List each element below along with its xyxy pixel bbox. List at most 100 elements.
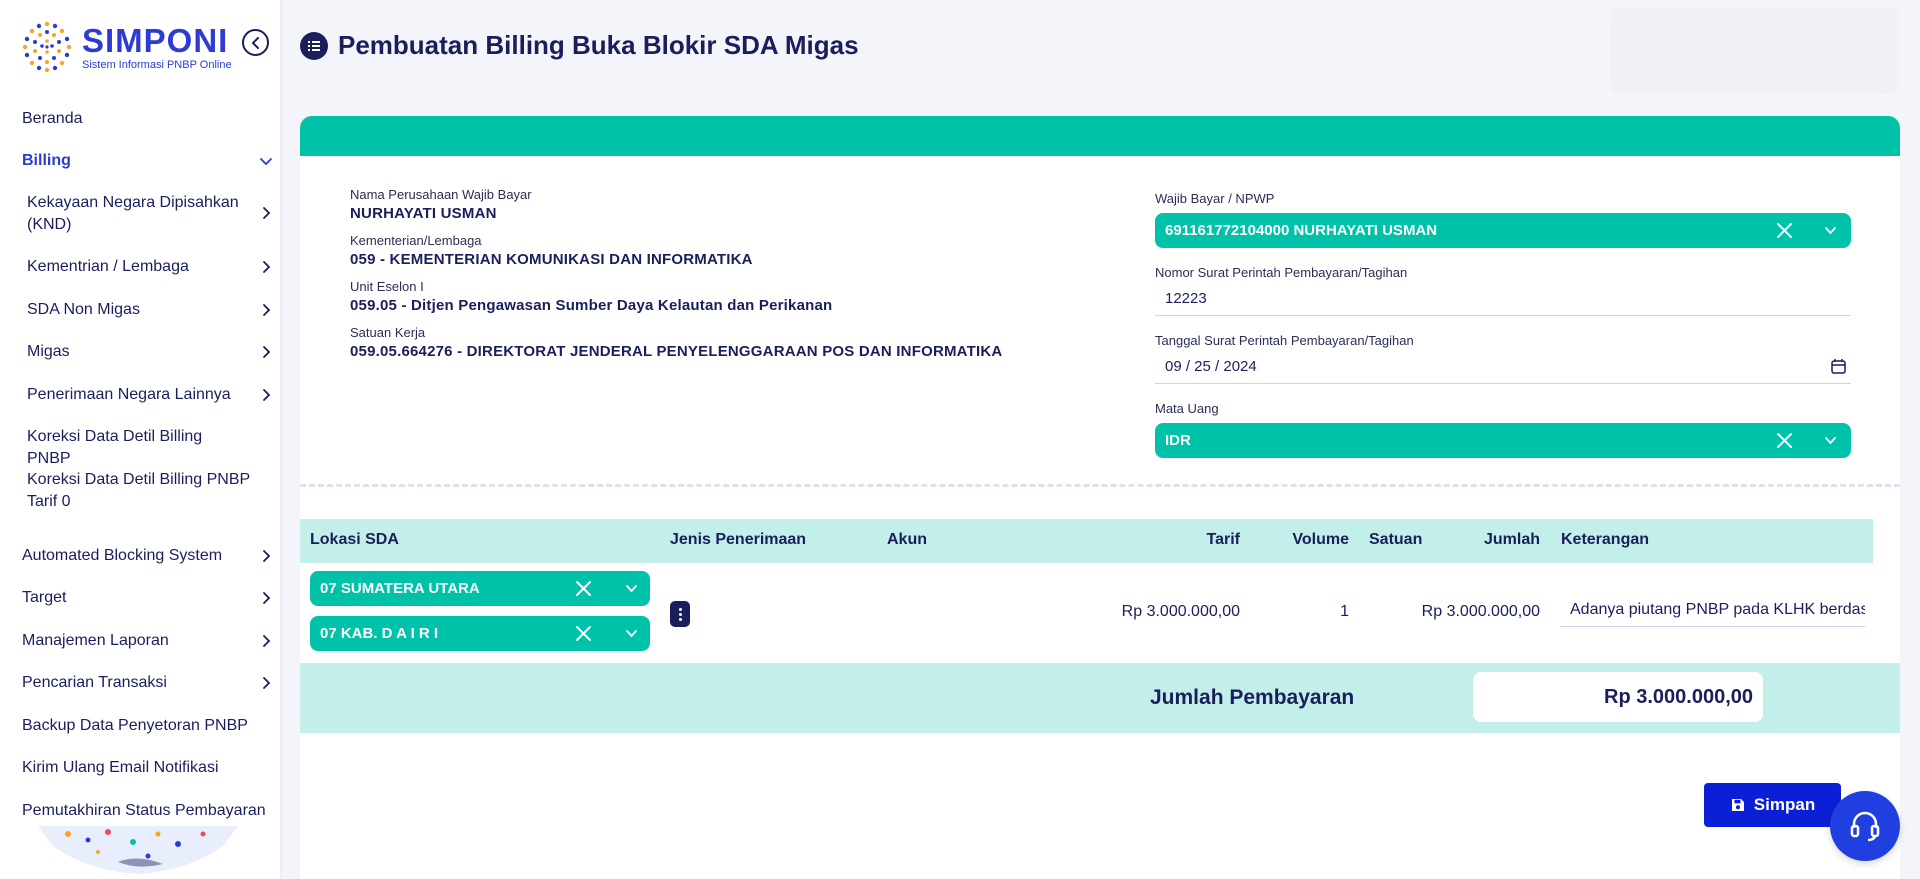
col-akun: Akun [887,531,927,548]
sidebar-item-automated-blocking[interactable]: Automated Blocking System [0,545,280,567]
npwp-label: Wajib Bayar / NPWP [1155,191,1275,206]
clear-icon[interactable] [575,580,592,597]
sidebar-item-label: Automated Blocking System [22,547,223,564]
npwp-select-value: 691161772104000 NURHAYATI USMAN [1165,222,1438,239]
section-divider [300,484,1900,487]
col-jumlah: Jumlah [1483,531,1540,548]
taxpayer-info: Nama Perusahaan Wajib Bayar NURHAYATI US… [350,186,1110,370]
more-options-icon[interactable] [670,601,690,627]
company-label: Nama Perusahaan Wajib Bayar [350,187,532,202]
sidebar-item-label: Manajemen Laporan [22,632,169,649]
clear-icon[interactable] [1776,432,1793,449]
sidebar-item-label: Target [22,589,67,606]
npwp-select[interactable]: 691161772104000 NURHAYATI USMAN [1155,213,1851,248]
sidebar-item-beranda[interactable]: Beranda [0,108,280,130]
headset-icon [1850,811,1880,842]
kabupaten-select[interactable]: 07 KAB. D A I R I [310,616,650,651]
sidebar-item-penerimaan-negara-lainnya[interactable]: Penerimaan Negara Lainnya [0,384,280,406]
mata-uang-select[interactable]: IDR [1155,423,1851,458]
tarif-cell: Rp 3.000.000,00 [1121,603,1240,620]
app-logo[interactable]: SIMPONI Sistem Informasi PNBP Online [18,18,232,76]
col-volume: Volume [1292,531,1349,548]
sidebar-item-label: Billing [22,152,71,169]
sidebar-item-kementrian-lembaga[interactable]: Kementrian / Lembaga [0,256,280,278]
sidebar-item-manajemen-laporan[interactable]: Manajemen Laporan [0,630,280,652]
chevron-down-icon[interactable] [625,627,638,640]
provinsi-value: 07 SUMATERA UTARA [320,580,480,597]
volume-cell: 1 [1340,603,1349,620]
sidebar-item-kirim-ulang-email[interactable]: Kirim Ulang Email Notifikasi [0,757,280,779]
nomor-surat-value: 12223 [1165,289,1207,307]
table-row: 07 SUMATERA UTARA 07 KAB. D A I R I Rp 3… [300,563,1873,667]
logo-title: SIMPONI [82,21,229,59]
tanggal-surat-input[interactable]: 09 / 25 / 2024 [1155,349,1851,384]
mata-uang-label: Mata Uang [1155,401,1219,416]
collapse-sidebar-button[interactable] [242,29,269,56]
sidebar-item-target[interactable]: Target [0,587,280,609]
sidebar-item-pencarian-transaksi[interactable]: Pencarian Transaksi [0,672,280,694]
page-title: Pembuatan Billing Buka Blokir SDA Migas [338,30,859,60]
col-jenis-penerimaan: Jenis Penerimaan [670,531,807,548]
sidebar-item-pemutakhiran-status[interactable]: Pemutakhiran Status Pembayaran [0,800,280,822]
billing-form: Wajib Bayar / NPWP 691161772104000 NURHA… [1155,190,1851,458]
sidebar-item-billing[interactable]: Billing [0,150,280,172]
satker-value: 059.05.664276 - DIREKTORAT JENDERAL PENY… [350,343,1003,360]
ministry-value: 059 - KEMENTERIAN KOMUNIKASI DAN INFORMA… [350,251,753,268]
card-header-band [300,116,1900,156]
total-value: Rp 3.000.000,00 [1473,672,1763,722]
help-chat-button[interactable] [1830,791,1900,861]
billing-form-card: Nama Perusahaan Wajib Bayar NURHAYATI US… [300,116,1900,879]
save-button[interactable]: Simpan [1704,783,1841,827]
satker-label: Satuan Kerja [350,325,426,340]
sidebar-decoration-illustration [38,826,238,874]
sidebar-item-label: Kementrian / Lembaga [27,258,189,275]
eselon-label: Unit Eselon I [350,279,424,294]
sidebar-item-label: Pemutakhiran Status Pembayaran [22,802,266,819]
tanggal-surat-label: Tanggal Surat Perintah Pembayaran/Tagiha… [1155,333,1414,348]
chevron-right-icon [263,346,271,358]
sidebar-item-label: Migas [27,343,70,360]
save-button-label: Simpan [1753,795,1816,814]
sidebar-item-label: Beranda [22,110,83,127]
sidebar-item-sda-non-migas[interactable]: SDA Non Migas [0,299,280,321]
chevron-right-icon [263,550,271,562]
sidebar-item-migas[interactable]: Migas [0,341,280,363]
chevron-right-icon [263,304,271,316]
sidebar-item-koreksi-data[interactable]: Koreksi Data Detil Billing PNBP [0,426,280,470]
kabupaten-value: 07 KAB. D A I R I [320,625,439,642]
nomor-surat-label: Nomor Surat Perintah Pembayaran/Tagihan [1155,265,1408,280]
sidebar-item-knd[interactable]: Kekayaan Negara Dipisahkan (KND) [0,192,280,236]
eselon-value: 059.05 - Ditjen Pengawasan Sumber Daya K… [350,297,833,314]
sidebar-item-label: Penerimaan Negara Lainnya [27,386,231,403]
sidebar-item-koreksi-data-tarif-0[interactable]: Koreksi Data Detil Billing PNBP Tarif 0 [0,469,280,513]
chevron-right-icon [263,207,271,219]
provinsi-select[interactable]: 07 SUMATERA UTARA [310,571,650,606]
keterangan-input[interactable]: Adanya piutang PNBP pada KLHK berdasar [1560,593,1865,627]
sidebar-item-label: Koreksi Data Detil Billing PNBP Tarif 0 [27,471,250,510]
save-icon [1731,799,1744,811]
clear-icon[interactable] [575,625,592,642]
sidebar-item-label: Koreksi Data Detil Billing PNBP [27,428,203,467]
logo-subtitle: Sistem Informasi PNBP Online [82,58,232,71]
keterangan-value: Adanya piutang PNBP pada KLHK berdasar [1570,600,1865,618]
chevron-right-icon [263,635,271,647]
sidebar-item-label: Backup Data Penyetoran PNBP [22,717,248,734]
chevron-right-icon [263,389,271,401]
table-header: Lokasi SDA Jenis Penerimaan Akun Tarif V… [300,519,1873,563]
user-profile-card[interactable] [1612,8,1897,90]
chevron-right-icon [263,261,271,273]
chevron-left-icon [251,36,259,49]
chevron-down-icon[interactable] [625,582,638,595]
sidebar-item-label: Kirim Ulang Email Notifikasi [22,759,219,776]
clear-icon[interactable] [1776,222,1793,239]
sidebar-item-backup-data[interactable]: Backup Data Penyetoran PNBP [0,715,280,737]
chevron-down-icon[interactable] [1824,224,1837,237]
total-label: Jumlah Pembayaran [1150,686,1355,709]
chevron-right-icon [263,677,271,689]
chevron-down-icon[interactable] [1824,434,1837,447]
calendar-icon[interactable] [1830,358,1847,375]
chevron-down-icon [260,158,272,166]
sidebar: SIMPONI Sistem Informasi PNBP Online Ber… [0,0,280,879]
total-payment-row: Jumlah Pembayaran Rp 3.000.000,00 [300,663,1900,733]
nomor-surat-input[interactable]: 12223 [1155,281,1851,316]
